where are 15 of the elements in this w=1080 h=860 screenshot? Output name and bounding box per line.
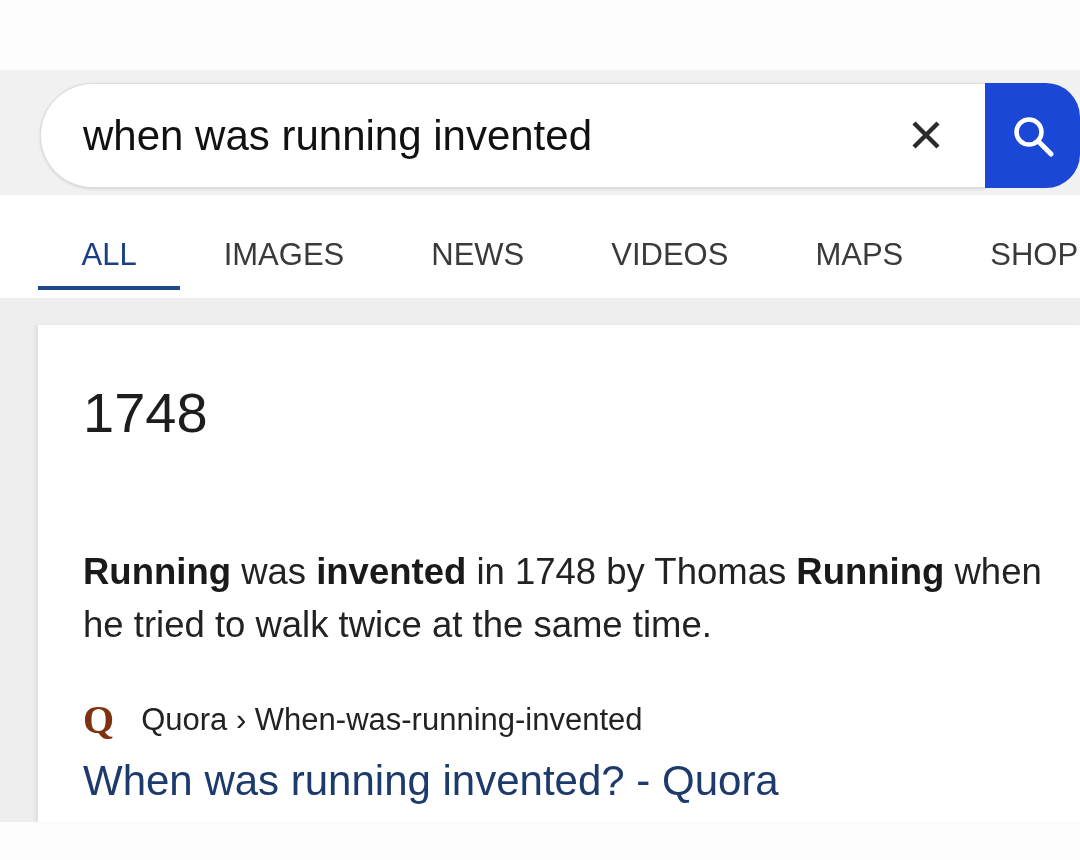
search-button[interactable] [985,83,1080,188]
tab[interactable]: VIDEOS [567,195,772,290]
tab[interactable]: NEWS [387,195,568,290]
tab[interactable]: MAPS [771,195,947,290]
favicon-letter: Q [83,701,115,738]
answer-snippet: Running was invented in 1748 by Thomas Running when he tried to walk twice at the same time. [83,550,1043,647]
answer-heading: 1748 [83,380,209,446]
search-icon [1011,114,1054,157]
tab[interactable]: SHOP [946,195,1079,290]
tab[interactable]: ALL [38,195,181,290]
search-field[interactable]: when was running invented [40,83,985,188]
result-title-link[interactable]: When was running invented? - Quora [83,756,779,806]
tab[interactable]: IMAGES [180,195,388,290]
source-breadcrumb: Quora › When-was-running-invented [141,701,643,738]
close-icon[interactable] [910,119,942,151]
